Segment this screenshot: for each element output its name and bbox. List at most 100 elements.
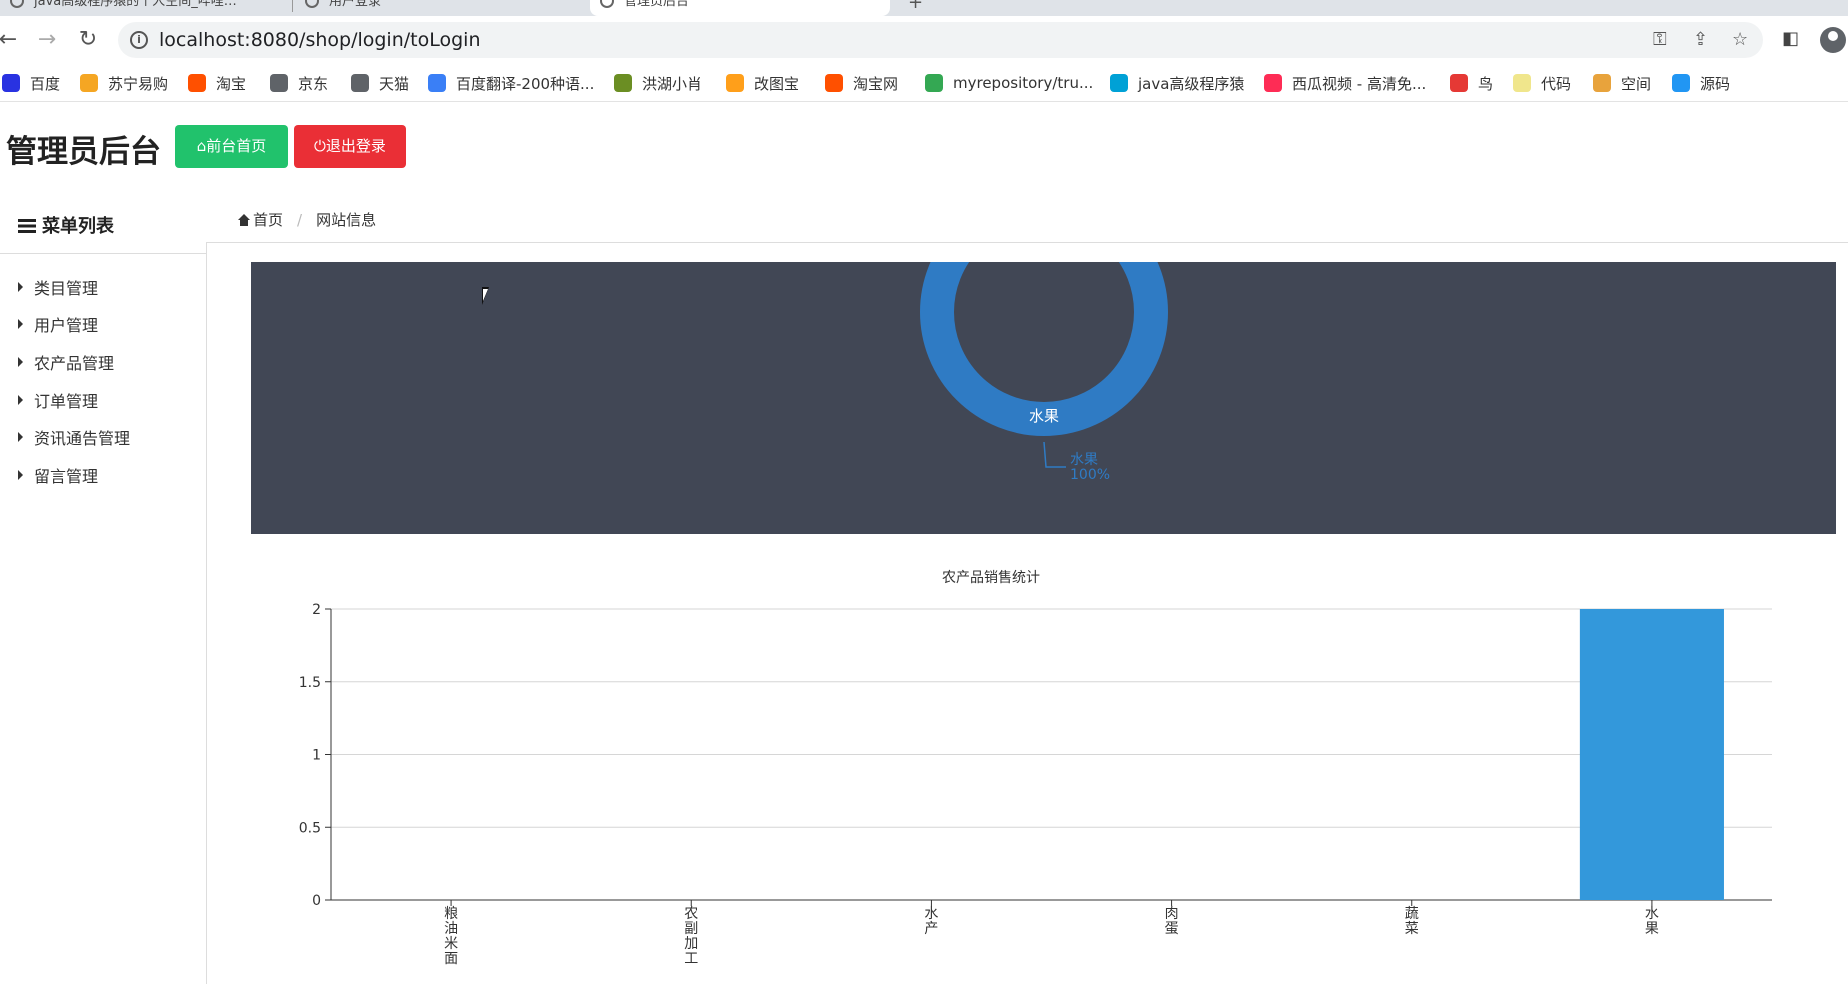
globe-icon [351, 74, 369, 92]
browser-tab-label: java高级程序猿的个人空间_哔哩… [34, 0, 237, 9]
x-tick-char: 农 [684, 906, 698, 922]
pie-callout-percent: 100% [1070, 467, 1110, 483]
bookmark-label: 源码 [1700, 74, 1731, 93]
sidebar-title-text: 菜单列表 [42, 216, 114, 237]
x-tick-char: 工 [684, 951, 698, 967]
tab-favicon-icon [305, 0, 319, 8]
bookmark-item[interactable]: 淘宝网 [825, 73, 898, 93]
globe-icon [270, 74, 288, 92]
sidebar-item-users[interactable]: 用户管理 [18, 306, 130, 344]
power-icon: ⏻ [314, 137, 326, 155]
side-panel-icon[interactable]: ◧ [1782, 28, 1799, 49]
bookmark-label: 淘宝 [216, 74, 247, 93]
bookmark-item[interactable]: 代码 [1513, 73, 1571, 93]
site-info-icon[interactable]: i [130, 31, 148, 49]
x-tick-label: 蔬菜 [1405, 906, 1419, 937]
home-button[interactable]: ⌂前台首页 [175, 125, 288, 168]
y-tick-label: 1.5 [299, 675, 321, 691]
sidebar-item-category[interactable]: 类目管理 [18, 268, 130, 306]
bookmark-item[interactable]: 苏宁易购 [80, 73, 168, 93]
x-tick-label: 粮油米面 [444, 906, 458, 967]
sidebar-item-products[interactable]: 农产品管理 [18, 343, 130, 381]
bookmark-label: 鸟 [1478, 74, 1494, 93]
x-tick-char: 水 [1645, 906, 1659, 922]
bird-icon [614, 74, 632, 92]
sidebar-item-messages[interactable]: 留言管理 [18, 456, 130, 494]
sidebar-item-news[interactable]: 资讯通告管理 [18, 418, 130, 456]
x-tick-char: 加 [684, 936, 698, 952]
caret-right-icon [18, 281, 23, 292]
sidebar-title: 菜单列表 [18, 212, 114, 238]
breadcrumb: 首页 / 网站信息 [237, 209, 376, 230]
reload-icon[interactable]: ↻ [74, 26, 102, 54]
browser-tab-strip: java高级程序猿的个人空间_哔哩… ✕ 用户登录 ✕ 管理员后台 ✕ + [0, 0, 1848, 16]
share-icon[interactable]: ⇪ [1693, 29, 1708, 50]
bookmark-item[interactable]: 京东 [270, 73, 328, 93]
url-text[interactable]: localhost:8080/shop/login/toLogin [159, 29, 481, 51]
gaitubao-icon [726, 74, 744, 92]
key-icon[interactable]: ⚿ [1653, 29, 1667, 50]
content-divider [207, 242, 1848, 243]
bookmark-item[interactable]: 天猫 [351, 73, 409, 93]
caret-right-icon [18, 356, 23, 367]
bookmark-label: 空间 [1621, 74, 1652, 93]
bookmark-item[interactable]: 淘宝 [188, 73, 246, 93]
logout-button[interactable]: ⏻退出登录 [294, 125, 406, 168]
x-tick-char: 米 [444, 936, 458, 952]
browser-tab[interactable]: java高级程序猿的个人空间_哔哩… ✕ [0, 0, 290, 16]
bookmark-label: myrepository/tru... [953, 74, 1094, 92]
star-icon[interactable]: ☆ [1732, 29, 1748, 50]
suning-icon [80, 74, 98, 92]
sidebar-item-orders[interactable]: 订单管理 [18, 381, 130, 419]
source-fish-icon [1672, 74, 1690, 92]
x-tick-char: 果 [1645, 921, 1659, 937]
new-tab-icon[interactable]: + [908, 0, 923, 13]
address-bar[interactable]: i localhost:8080/shop/login/toLogin ⚿ ⇪ … [118, 22, 1763, 58]
bar-chart: 农产品销售统计 0 0.5 1 1.5 2 粮油米面 农副加工 水产 肉蛋 蔬菜 水果 [299, 570, 1772, 967]
bookmark-item[interactable]: 洪湖小肖 [614, 73, 702, 93]
home-button-label: 前台首页 [206, 137, 267, 155]
tab-divider [292, 0, 293, 12]
bilibili-icon [1110, 74, 1128, 92]
taobao-icon [825, 74, 843, 92]
list-icon [18, 219, 36, 233]
bookmark-item[interactable]: 源码 [1672, 73, 1730, 93]
sidebar-item-label: 留言管理 [34, 466, 99, 486]
forward-arrow-icon[interactable]: → [33, 26, 61, 54]
bookmark-label: 改图宝 [754, 74, 800, 93]
back-arrow-icon[interactable]: ← [0, 26, 22, 54]
logout-button-label: 退出登录 [325, 137, 386, 155]
sidebar-item-label: 类目管理 [34, 278, 99, 298]
bird-red-icon [1450, 74, 1468, 92]
profile-avatar-icon[interactable] [1820, 27, 1846, 53]
mouse-cursor-icon [482, 287, 489, 305]
x-tick-char: 产 [924, 921, 938, 937]
x-tick-char: 蛋 [1165, 921, 1179, 937]
code-icon [1513, 74, 1531, 92]
browser-tab[interactable]: 用户登录 ✕ [295, 0, 590, 16]
y-tick-label: 0 [312, 893, 321, 909]
bookmark-item[interactable]: 鸟 [1450, 73, 1493, 93]
bookmark-item[interactable]: 百度 [2, 73, 60, 93]
qzone-icon [1593, 74, 1611, 92]
sidebar-item-label: 订单管理 [34, 391, 99, 411]
bookmark-label: 百度翻译-200种语... [456, 74, 595, 93]
bookmark-label: 淘宝网 [853, 74, 899, 93]
bar-chart-title: 农产品销售统计 [942, 570, 1040, 586]
x-tick-char: 肉 [1165, 906, 1179, 922]
x-tick-char: 粮 [444, 906, 458, 922]
bookmark-item[interactable]: 空间 [1593, 73, 1651, 93]
chrome-icon [925, 74, 943, 92]
bookmark-item[interactable]: 西瓜视频 - 高清免... [1264, 73, 1426, 93]
bookmark-item[interactable]: 百度翻译-200种语... [428, 73, 594, 93]
sidebar-divider [0, 253, 206, 254]
bookmark-item[interactable]: java高级程序猿 [1110, 73, 1244, 93]
bookmark-item[interactable]: 改图宝 [726, 73, 799, 93]
home-icon [237, 213, 251, 226]
pie-slice [920, 262, 1168, 436]
x-tick-char: 油 [444, 921, 458, 937]
bar-chart-panel: 农产品销售统计 0 0.5 1 1.5 2 粮油米面 农副加工 水产 肉蛋 蔬菜 水果 [251, 560, 1848, 984]
bookmark-item[interactable]: myrepository/tru... [925, 73, 1093, 93]
breadcrumb-home[interactable]: 首页 [253, 209, 283, 230]
browser-tab-active[interactable]: 管理员后台 ✕ [590, 0, 890, 16]
